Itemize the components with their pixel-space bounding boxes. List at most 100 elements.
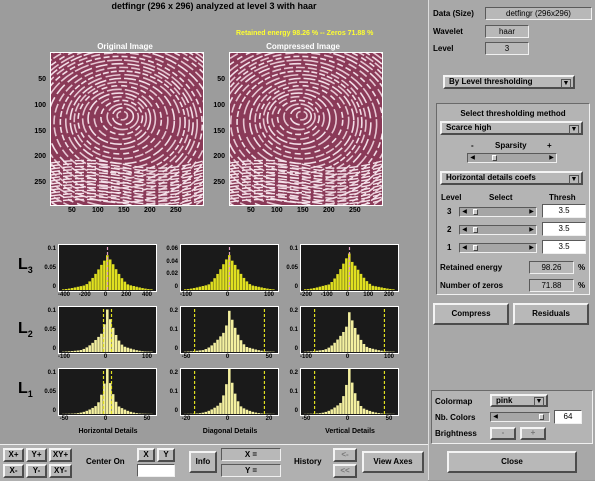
histogram-bar [386,351,389,352]
level-1-thresh-input[interactable]: 3.5 [542,240,586,254]
histogram-L2-horizontal[interactable] [58,306,157,354]
histogram-bar [205,349,208,352]
zoom-y-minus-button[interactable]: Y- [26,464,47,478]
thresholding-frame: Select thresholding method Scarce high ▼… [436,103,590,295]
histogram-L3-diagonal[interactable] [180,244,279,292]
slider-right-arrow-icon[interactable]: ▶ [527,226,536,234]
histogram-bar [228,369,231,414]
level-3-slider[interactable]: ◀ ▶ [459,207,537,217]
brightness-increase-button[interactable]: + [520,427,546,440]
y-tick: 0 [274,408,298,414]
compressed-x-axis: 50 100 150 200 250 [229,207,381,217]
y-tick: 0.02 [154,271,178,277]
histogram-bar [228,311,231,352]
histogram-L2-diagonal[interactable] [180,306,279,354]
histogram-L2-vertical[interactable] [300,306,399,354]
zoom-xy-minus-button[interactable]: XY- [49,464,72,478]
zoom-x-plus-button[interactable]: X+ [3,448,24,462]
colormap-select[interactable]: pink ▼ [490,394,548,407]
nb-colors-input[interactable]: 64 [554,410,582,424]
histogram-bar [377,413,380,414]
histogram-bar [213,343,216,352]
zoom-x-minus-button[interactable]: X- [3,464,24,478]
slider-left-arrow-icon[interactable]: ◀ [491,413,500,421]
slider-left-arrow-icon[interactable]: ◀ [460,208,469,216]
histogram-bar [345,327,348,352]
histogram-bar [237,335,240,352]
slider-thumb[interactable] [539,414,544,420]
y-tick: 0.2 [154,370,178,376]
slider-left-arrow-icon[interactable]: ◀ [460,226,469,234]
double-arrow-left-icon: <- [341,450,348,459]
history-reset-button[interactable]: << [333,464,357,478]
select-method-title: Select thresholding method [437,109,589,118]
details-select[interactable]: Horizontal details coefs ▼ [440,171,583,185]
level-3-thresh-input[interactable]: 3.5 [542,204,586,218]
slider-thumb[interactable] [473,209,478,215]
y-tick: 100 [34,102,46,109]
histogram-L1-horizontal[interactable] [58,368,157,416]
view-axes-button[interactable]: View Axes [362,451,424,473]
original-image[interactable] [50,52,204,206]
histogram-L3-horizontal[interactable] [58,244,157,292]
zoom-y-plus-button[interactable]: Y+ [26,448,47,462]
level-2-slider[interactable]: ◀ ▶ [459,225,537,235]
y-tick: 0.1 [154,327,178,333]
y-tick: 0.05 [32,265,56,271]
colormap-frame: Colormap pink ▼ Nb. Colors ◀ 64 Brightne… [431,390,593,444]
brightness-decrease-button[interactable]: - [490,427,516,440]
slider-left-arrow-icon[interactable]: ◀ [468,154,477,162]
center-y-button[interactable]: Y [157,448,175,462]
x-tick: -100 [317,292,337,298]
histogram-L1-vertical[interactable] [300,368,399,416]
control-panel: Data (Size) detfingr (296x296) Wavelet h… [428,0,595,480]
histogram-bar [80,413,83,414]
slider-thumb[interactable] [473,227,478,233]
histogram-bar [351,383,354,414]
histogram-bar [246,347,249,352]
histogram-bar [360,340,363,352]
center-x-button[interactable]: X [137,448,155,462]
histogram-bar [392,289,395,290]
slider-right-arrow-icon[interactable]: ▶ [527,208,536,216]
histogram-bar [380,351,383,352]
level-2-thresh-input[interactable]: 3.5 [542,222,586,236]
histogram-bar [372,349,375,352]
info-button[interactable]: Info [189,451,217,473]
compressed-image[interactable] [229,52,383,206]
slider-left-arrow-icon[interactable]: ◀ [460,244,469,252]
y-tick: 0 [274,346,298,352]
close-button[interactable]: Close [447,451,577,473]
histogram-bar [83,286,86,290]
histogram-bar [68,351,71,352]
slider-right-arrow-icon[interactable]: ▶ [547,154,556,162]
slider-right-arrow-icon[interactable]: ▶ [527,244,536,252]
nb-colors-slider[interactable]: ◀ [490,412,550,422]
histogram-bar [380,413,383,414]
slider-thumb[interactable] [492,155,497,161]
histogram-bar [336,405,339,414]
histogram-bar [121,408,124,414]
level-1-slider[interactable]: ◀ ▶ [459,243,537,253]
histogram-bar [62,289,65,290]
histogram-L3-vertical[interactable] [300,244,399,292]
histogram-bar [103,261,106,290]
method-select[interactable]: Scarce high ▼ [440,121,583,135]
slider-thumb[interactable] [473,245,478,251]
x-tick: 250 [349,207,361,214]
histogram-bar [333,278,336,290]
compress-button[interactable]: Compress [433,303,509,325]
histogram-bar [97,269,100,290]
histogram-bar [348,369,351,414]
histogram-bar [366,281,369,290]
histogram-bar [150,289,153,290]
threshold-mode-select[interactable]: By Level thresholding ▼ [443,75,575,89]
history-back-button[interactable]: <- [333,448,357,462]
zoom-xy-plus-button[interactable]: XY+ [49,448,72,462]
center-value-field[interactable] [137,464,175,477]
histogram-L1-diagonal[interactable] [180,368,279,416]
history-label: History [294,457,322,466]
sparsity-slider[interactable]: ◀ ▶ [467,153,557,163]
sparsity-minus-label: - [471,141,474,150]
residuals-button[interactable]: Residuals [513,303,589,325]
